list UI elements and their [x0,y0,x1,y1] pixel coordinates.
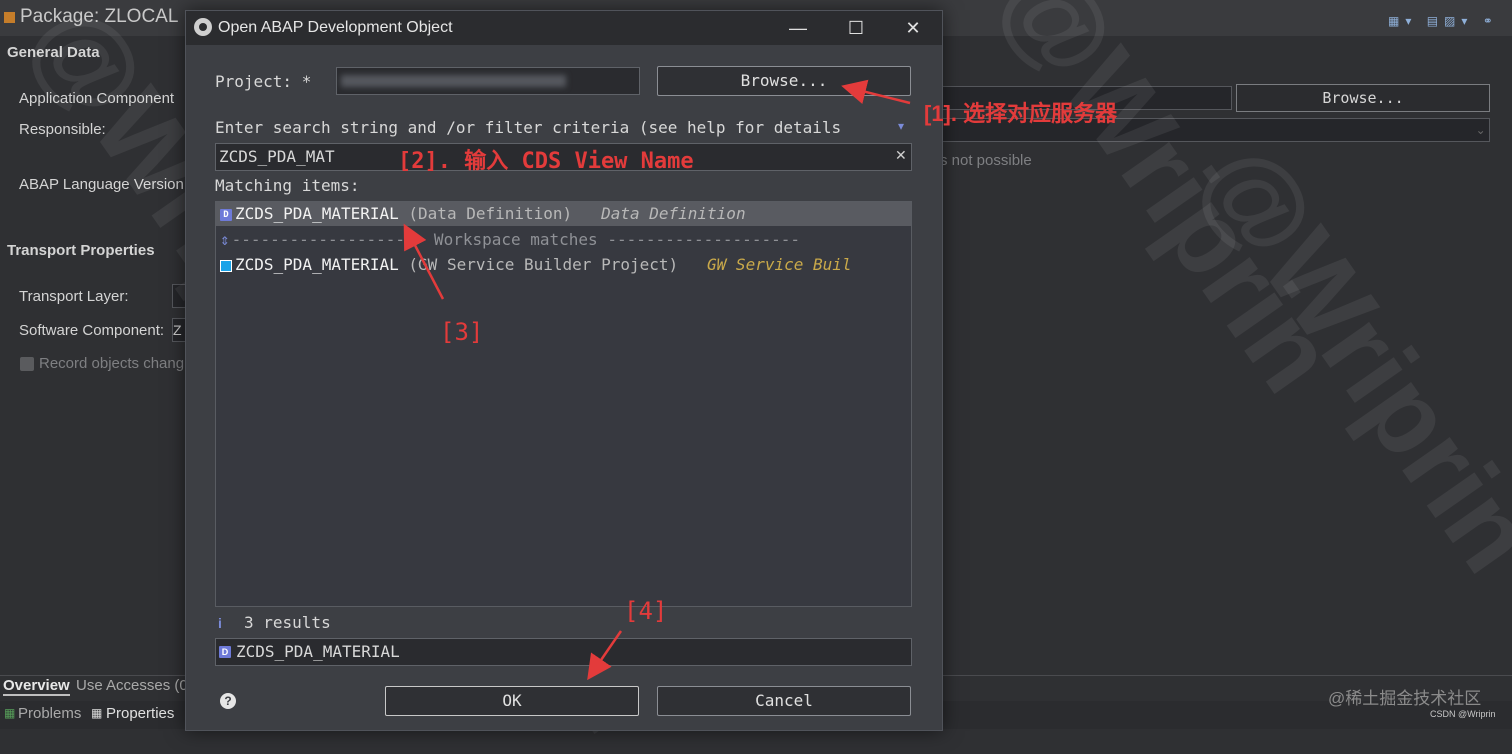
arrow-3 [403,223,445,300]
arrow-1 [841,79,911,105]
arrow-4 [587,630,623,681]
annotation-arrows [403,79,911,681]
